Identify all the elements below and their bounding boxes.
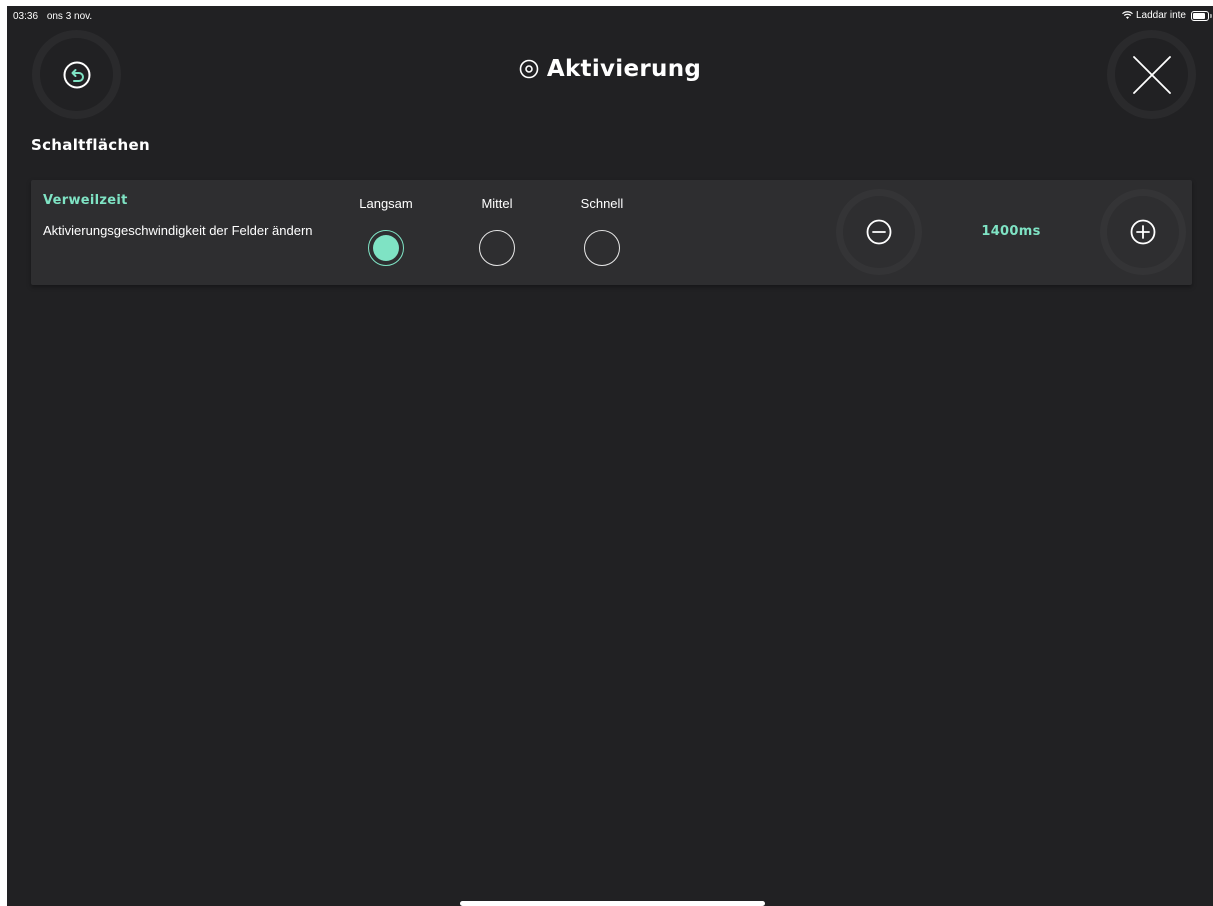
option-fast[interactable]: Schnell [557,196,647,266]
battery-icon [1191,10,1212,21]
option-fast-label: Schnell [580,196,624,211]
setting-description: Aktivierungsgeschwindigkeit der Felder ä… [43,223,313,238]
target-icon [519,59,539,79]
option-slow[interactable]: Langsam [341,196,431,266]
page-title: Aktivierung [7,56,1213,82]
dwell-time-value: 1400ms [981,224,1041,239]
plus-circle-icon [1130,219,1156,245]
minus-circle-icon [866,219,892,245]
setting-title: Verweilzeit [43,193,128,208]
close-button[interactable] [1115,38,1188,111]
close-icon [1132,55,1171,94]
decrease-button[interactable] [843,196,915,268]
home-indicator[interactable] [460,901,765,906]
page-title-text: Aktivierung [546,56,702,82]
status-bar: 03:36 ons 3 nov. Laddar inte [7,6,1213,26]
increase-button[interactable] [1107,196,1179,268]
status-right: Laddar inte [1122,10,1212,21]
option-medium-radio[interactable] [479,230,515,266]
app-screen: 03:36 ons 3 nov. Laddar inte Aktivierung [7,6,1213,906]
status-left: 03:36 ons 3 nov. [13,11,92,22]
option-fast-radio[interactable] [584,230,620,266]
option-medium[interactable]: Mittel [452,196,542,266]
section-title: Schaltflächen [31,136,150,154]
option-slow-label: Langsam [359,196,413,211]
option-slow-radio[interactable] [368,230,404,266]
dwell-time-card: Verweilzeit Aktivierungsgeschwindigkeit … [31,180,1192,285]
status-time: 03:36 [13,11,39,22]
charging-status: Laddar inte [1135,10,1186,21]
wifi-icon [1122,11,1133,19]
status-date: ons 3 nov. [46,11,93,22]
option-medium-label: Mittel [481,196,513,211]
